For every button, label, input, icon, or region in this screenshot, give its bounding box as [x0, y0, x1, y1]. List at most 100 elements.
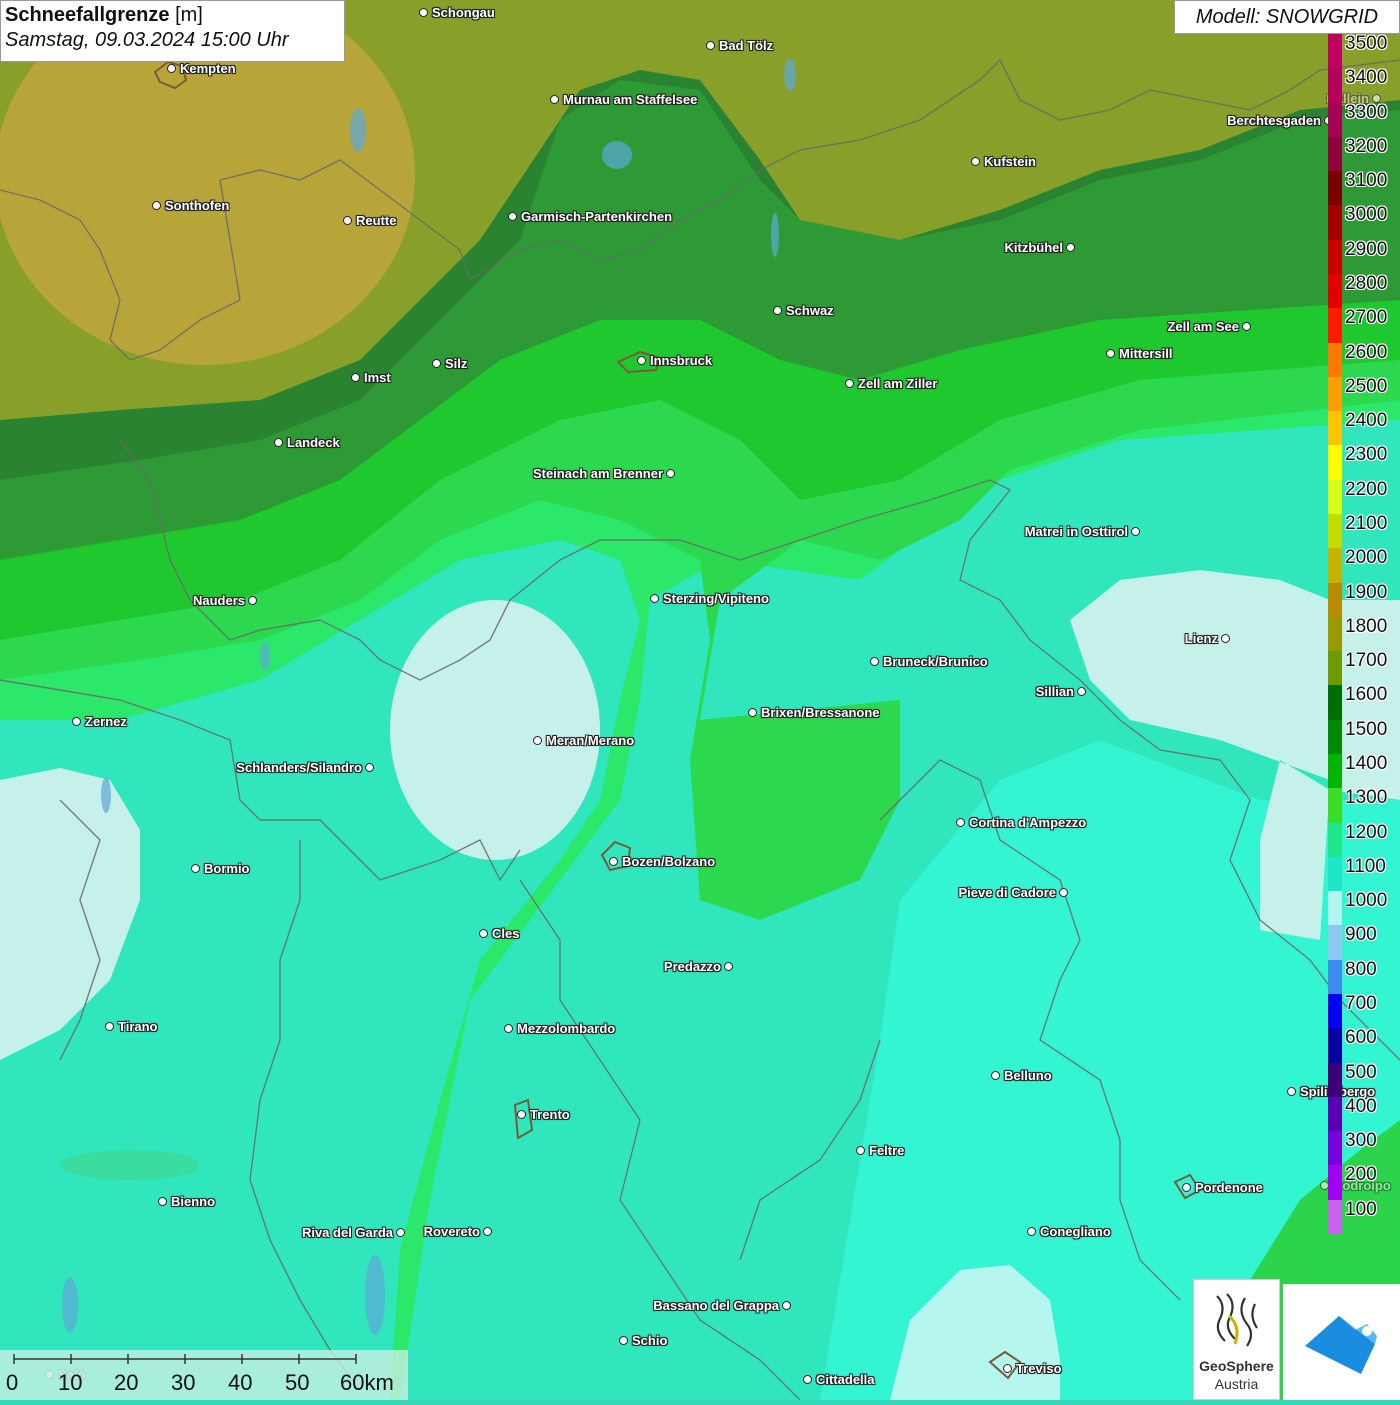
city-label[interactable]: Silz: [445, 356, 467, 371]
city-label[interactable]: Bozen/Bolzano: [622, 854, 715, 869]
city-marker-icon[interactable]: [1077, 687, 1086, 696]
city-label[interactable]: Schlanders/Silandro: [236, 760, 362, 775]
city-marker-icon[interactable]: [724, 962, 733, 971]
city-marker-icon[interactable]: [1003, 1364, 1012, 1373]
city-label[interactable]: Rovereto: [424, 1224, 480, 1239]
city-label[interactable]: Innsbruck: [650, 353, 712, 368]
city-marker-icon[interactable]: [508, 212, 517, 221]
geosphere-logo[interactable]: GeoSphere Austria: [1193, 1279, 1280, 1400]
city-label[interactable]: Bad Tölz: [719, 38, 773, 53]
city-label[interactable]: Pordenone: [1195, 1180, 1263, 1195]
city-label[interactable]: Cortina d'Ampezzo: [969, 815, 1086, 830]
city-marker-icon[interactable]: [1242, 322, 1251, 331]
city-marker-icon[interactable]: [666, 469, 675, 478]
city-marker-icon[interactable]: [167, 64, 176, 73]
city-marker-icon[interactable]: [971, 157, 980, 166]
city-label[interactable]: Tirano: [118, 1019, 158, 1034]
city-label[interactable]: Nauders: [193, 593, 245, 608]
city-marker-icon[interactable]: [158, 1197, 167, 1206]
city-marker-icon[interactable]: [105, 1022, 114, 1031]
city-label[interactable]: Sterzing/Vipiteno: [663, 591, 769, 606]
city-label[interactable]: Steinach am Brenner: [533, 466, 663, 481]
city-marker-icon[interactable]: [637, 356, 646, 365]
city-label[interactable]: Schwaz: [786, 303, 834, 318]
city-marker-icon[interactable]: [956, 818, 965, 827]
city-marker-icon[interactable]: [706, 41, 715, 50]
city-label[interactable]: Mezzolombardo: [517, 1021, 615, 1036]
city-marker-icon[interactable]: [1131, 527, 1140, 536]
city-label[interactable]: Feltre: [869, 1143, 904, 1158]
city-marker-icon[interactable]: [856, 1146, 865, 1155]
city-marker-icon[interactable]: [870, 657, 879, 666]
city-label[interactable]: Mittersill: [1119, 346, 1172, 361]
city-label[interactable]: Bormio: [204, 861, 250, 876]
city-label[interactable]: Schongau: [432, 5, 495, 20]
city-label[interactable]: Berchtesgaden: [1227, 113, 1321, 128]
city-marker-icon[interactable]: [533, 736, 542, 745]
city-label[interactable]: Reutte: [356, 213, 396, 228]
city-label[interactable]: Imst: [364, 370, 391, 385]
city-label[interactable]: Meran/Merano: [546, 733, 634, 748]
city-label[interactable]: Bienno: [171, 1194, 215, 1209]
city-marker-icon[interactable]: [248, 596, 257, 605]
city-marker-icon[interactable]: [619, 1336, 628, 1345]
city-marker-icon[interactable]: [191, 864, 200, 873]
city-marker-icon[interactable]: [1182, 1183, 1191, 1192]
city-marker-icon[interactable]: [1287, 1087, 1296, 1096]
city-label[interactable]: Garmisch-Partenkirchen: [521, 209, 672, 224]
city-label[interactable]: Matrei in Osttirol: [1025, 524, 1128, 539]
city-marker-icon[interactable]: [396, 1228, 405, 1237]
city-label[interactable]: Sonthofen: [165, 198, 229, 213]
city-marker-icon[interactable]: [365, 763, 374, 772]
city-marker-icon[interactable]: [479, 929, 488, 938]
city-marker-icon[interactable]: [748, 708, 757, 717]
city-marker-icon[interactable]: [72, 717, 81, 726]
city-label[interactable]: Kufstein: [984, 154, 1036, 169]
city-label[interactable]: Zernez: [85, 714, 127, 729]
city-label[interactable]: Treviso: [1016, 1361, 1062, 1376]
city-marker-icon[interactable]: [845, 379, 854, 388]
city-marker-icon[interactable]: [991, 1071, 1000, 1080]
city-marker-icon[interactable]: [1066, 243, 1075, 252]
city-marker-icon[interactable]: [419, 8, 428, 17]
city-marker-icon[interactable]: [1027, 1227, 1036, 1236]
city-marker-icon[interactable]: [504, 1024, 513, 1033]
city-label[interactable]: Murnau am Staffelsee: [563, 92, 697, 107]
city-marker-icon[interactable]: [550, 95, 559, 104]
city-label[interactable]: Lienz: [1185, 631, 1218, 646]
city-label[interactable]: Kempten: [180, 61, 236, 76]
city-label[interactable]: Trento: [530, 1107, 570, 1122]
city-marker-icon[interactable]: [609, 857, 618, 866]
city-marker-icon[interactable]: [517, 1110, 526, 1119]
partner-logo[interactable]: [1283, 1284, 1400, 1400]
city-label[interactable]: Conegliano: [1040, 1224, 1111, 1239]
city-label[interactable]: Belluno: [1004, 1068, 1052, 1083]
city-label[interactable]: Sillian: [1036, 684, 1074, 699]
city-label[interactable]: Zell am See: [1167, 319, 1239, 334]
city-marker-icon[interactable]: [1106, 349, 1115, 358]
city-label[interactable]: Brixen/Bressanone: [761, 705, 880, 720]
city-label[interactable]: Pieve di Cadore: [958, 885, 1056, 900]
city-marker-icon[interactable]: [351, 373, 360, 382]
city-marker-icon[interactable]: [803, 1375, 812, 1384]
city-marker-icon[interactable]: [773, 306, 782, 315]
city-label[interactable]: Bassano del Grappa: [653, 1298, 779, 1313]
city-marker-icon[interactable]: [782, 1301, 791, 1310]
city-marker-icon[interactable]: [1221, 634, 1230, 643]
city-label[interactable]: Zell am Ziller: [858, 376, 937, 391]
city-marker-icon[interactable]: [1059, 888, 1068, 897]
city-label[interactable]: Riva del Garda: [302, 1225, 393, 1240]
city-label[interactable]: Cittadella: [816, 1372, 875, 1387]
city-label[interactable]: Schio: [632, 1333, 667, 1348]
city-label[interactable]: Kitzbühel: [1005, 240, 1064, 255]
city-label[interactable]: Cles: [492, 926, 519, 941]
city-marker-icon[interactable]: [432, 359, 441, 368]
city-marker-icon[interactable]: [274, 438, 283, 447]
city-label[interactable]: Landeck: [287, 435, 340, 450]
city-marker-icon[interactable]: [152, 201, 161, 210]
city-marker-icon[interactable]: [650, 594, 659, 603]
city-label[interactable]: Predazzo: [664, 959, 721, 974]
city-marker-icon[interactable]: [483, 1227, 492, 1236]
city-marker-icon[interactable]: [343, 216, 352, 225]
city-label[interactable]: Bruneck/Brunico: [883, 654, 988, 669]
